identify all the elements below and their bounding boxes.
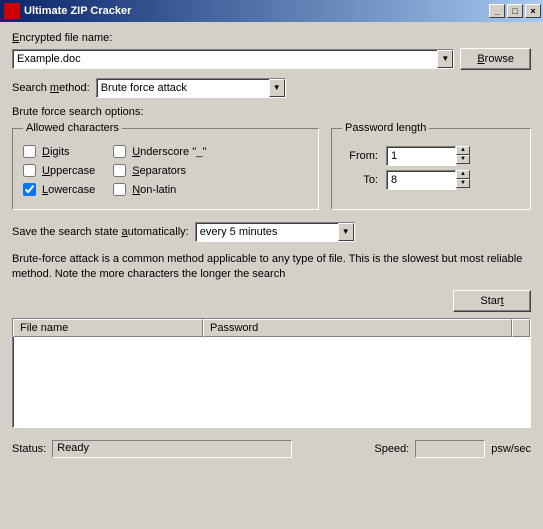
search-method-combo[interactable]: Brute force attack ▼: [96, 78, 286, 98]
app-icon: [4, 3, 20, 19]
password-column-header[interactable]: Password: [203, 319, 512, 337]
speed-label: Speed:: [374, 443, 409, 455]
password-length-legend: Password length: [342, 122, 429, 134]
uppercase-checkbox[interactable]: Uppercase: [23, 164, 95, 177]
search-method-label: Search method:: [12, 82, 90, 94]
save-interval-combo[interactable]: every 5 minutes ▼: [195, 222, 355, 242]
digits-checkbox[interactable]: Digits: [23, 145, 95, 158]
lowercase-checkbox[interactable]: Lowercase: [23, 183, 95, 196]
bf-options-label: Brute force search options:: [12, 106, 531, 118]
from-spinner[interactable]: ▲▼: [386, 146, 470, 166]
save-interval-value: every 5 minutes: [196, 226, 338, 238]
to-input[interactable]: [386, 170, 456, 190]
minimize-button[interactable]: _: [489, 4, 505, 18]
nonlatin-checkbox[interactable]: Non-latin: [113, 183, 206, 196]
encrypted-file-combo[interactable]: Example.doc ▼: [12, 49, 454, 69]
titlebar: Ultimate ZIP Cracker _ □ ×: [0, 0, 543, 22]
allowed-characters-legend: Allowed characters: [23, 122, 122, 134]
underscore-checkbox[interactable]: Underscore ''_'': [113, 145, 206, 158]
dropdown-icon[interactable]: ▼: [437, 50, 453, 68]
password-length-group: Password length From: ▲▼ To: ▲▼: [331, 122, 531, 210]
separators-checkbox[interactable]: Separators: [113, 164, 206, 177]
dropdown-icon[interactable]: ▼: [338, 223, 354, 241]
status-label: Status:: [12, 443, 46, 455]
column-spacer: [512, 319, 530, 337]
spin-up-icon[interactable]: ▲: [456, 146, 470, 155]
to-label: To:: [342, 174, 378, 186]
spin-up-icon[interactable]: ▲: [456, 170, 470, 179]
from-label: From:: [342, 150, 378, 162]
allowed-characters-group: Allowed characters Digits Uppercase Lowe…: [12, 122, 319, 210]
speed-unit: psw/sec: [491, 443, 531, 455]
status-value: Ready: [52, 440, 292, 458]
filename-column-header[interactable]: File name: [13, 319, 203, 337]
encrypted-file-value: Example.doc: [13, 53, 437, 65]
spin-down-icon[interactable]: ▼: [456, 155, 470, 164]
close-button[interactable]: ×: [525, 4, 541, 18]
results-table[interactable]: File name Password: [12, 318, 531, 428]
from-input[interactable]: [386, 146, 456, 166]
search-method-value: Brute force attack: [97, 82, 269, 94]
save-state-label: Save the search state automatically:: [12, 226, 189, 238]
to-spinner[interactable]: ▲▼: [386, 170, 470, 190]
encrypted-file-label: Encrypted file name:: [12, 32, 531, 44]
speed-value: [415, 440, 485, 458]
browse-button[interactable]: Browse: [460, 48, 531, 70]
window-title: Ultimate ZIP Cracker: [24, 5, 489, 17]
start-button[interactable]: Start: [453, 290, 531, 312]
description-text: Brute-force attack is a common method ap…: [12, 252, 531, 282]
status-bar: Status: Ready Speed: psw/sec: [0, 436, 543, 464]
spin-down-icon[interactable]: ▼: [456, 179, 470, 188]
dropdown-icon[interactable]: ▼: [269, 79, 285, 97]
maximize-button[interactable]: □: [507, 4, 523, 18]
